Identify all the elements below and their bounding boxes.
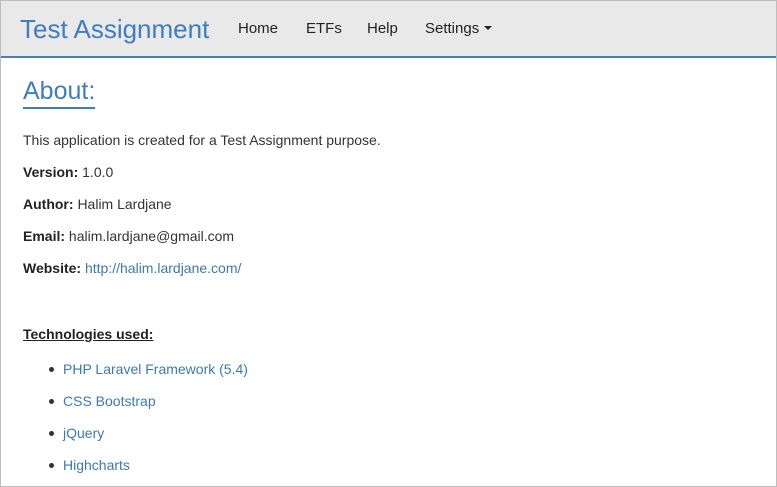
tech-link-jquery[interactable]: jQuery (63, 425, 104, 441)
bullet-icon (49, 399, 54, 404)
email-value: halim.lardjane@gmail.com (68, 228, 235, 244)
nav-help[interactable]: Help (367, 20, 398, 38)
page-title: About: (23, 76, 96, 109)
bullet-icon (49, 431, 54, 436)
top-navbar: Test Assignment Home ETFs Help Settings (1, 1, 776, 58)
author-row: Author: Halim Lardjane (23, 195, 172, 213)
app-window: Test Assignment Home ETFs Help Settings … (0, 0, 777, 487)
nav-settings-label: Settings (425, 20, 480, 37)
email-row: Email: halim.lardjane@gmail.com (23, 227, 234, 245)
email-label: Email: (23, 228, 66, 244)
bullet-icon (49, 463, 54, 468)
tech-link-laravel[interactable]: PHP Laravel Framework (5.4) (63, 361, 248, 377)
version-value: 1.0.0 (82, 164, 114, 180)
brand-link[interactable]: Test Assignment (20, 13, 209, 45)
caret-down-icon (484, 26, 493, 30)
nav-settings-dropdown[interactable]: Settings (425, 20, 493, 38)
technologies-heading: Technologies used: (23, 326, 154, 342)
author-label: Author: (23, 196, 74, 212)
list-item: CSS Bootstrap (23, 392, 248, 424)
author-value: Halim Lardjane (77, 196, 172, 212)
list-item: jQuery (23, 424, 248, 456)
technologies-list: PHP Laravel Framework (5.4) CSS Bootstra… (23, 360, 248, 486)
website-label: Website: (23, 260, 82, 276)
version-label: Version: (23, 164, 79, 180)
list-item: Highcharts (23, 456, 248, 486)
bullet-icon (49, 367, 54, 372)
website-row: Website: http://halim.lardjane.com/ (23, 259, 241, 277)
website-link[interactable]: http://halim.lardjane.com/ (85, 260, 241, 276)
description-text: This application is created for a Test A… (23, 132, 381, 148)
tech-link-bootstrap[interactable]: CSS Bootstrap (63, 393, 156, 409)
tech-link-highcharts[interactable]: Highcharts (63, 457, 130, 473)
version-row: Version: 1.0.0 (23, 163, 113, 181)
list-item: PHP Laravel Framework (5.4) (23, 360, 248, 392)
nav-home[interactable]: Home (238, 20, 278, 38)
nav-etfs[interactable]: ETFs (306, 20, 342, 38)
